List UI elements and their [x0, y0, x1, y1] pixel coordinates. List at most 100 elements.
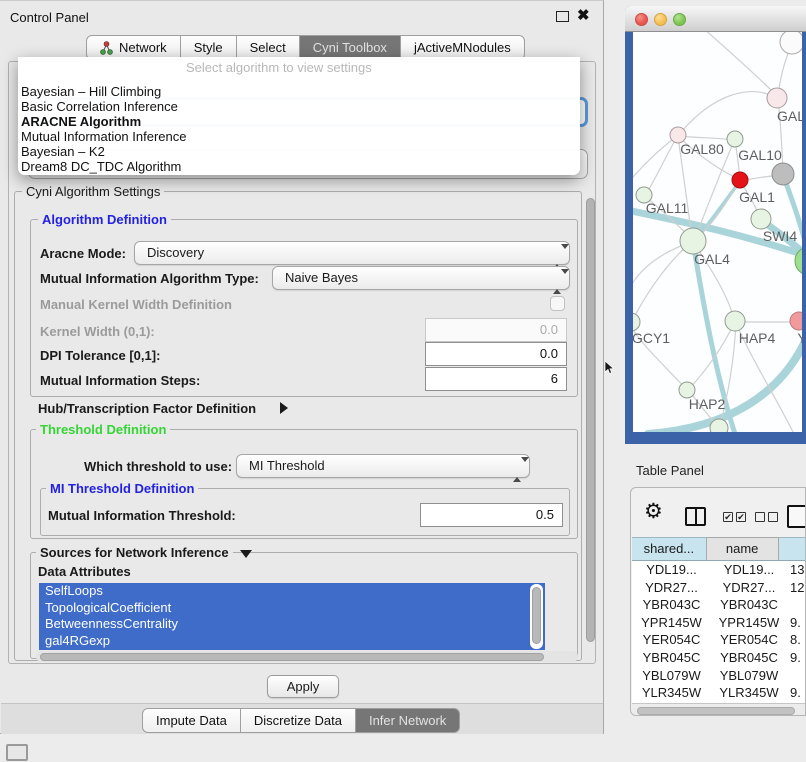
node-label: GAL4	[694, 251, 730, 267]
network-graph: GALGAL80GAL10GAL1GAL11SWI4GAL4GCY1HAP4YH…	[633, 32, 802, 432]
column-header[interactable]	[779, 537, 806, 561]
bottom-tab-label: Impute Data	[156, 709, 227, 732]
scrollbar-thumb[interactable]	[40, 653, 544, 661]
network-node-gal1[interactable]	[732, 172, 748, 188]
table-cell: 12	[787, 579, 806, 597]
attribute-item[interactable]: SelfLoops	[39, 583, 545, 600]
table-row[interactable]: YER054CYER054C8.	[632, 631, 806, 649]
stepper-icon	[553, 271, 562, 293]
aracne-mode-select[interactable]: Discovery	[134, 241, 570, 265]
table-cell: YBR043C	[711, 596, 787, 614]
dpi-tolerance-label: DPI Tolerance [0,1]:	[40, 348, 160, 363]
mi-algorithm-type-value: Naive Bayes	[285, 270, 358, 285]
threshold-definition-title: Threshold Definition	[36, 422, 170, 437]
algorithm-option[interactable]: ARACNE Algorithm	[19, 114, 579, 129]
network-window-titlebar[interactable]	[625, 6, 806, 32]
scrollbar-thumb[interactable]	[532, 587, 541, 644]
zoom-traffic-light[interactable]	[673, 13, 686, 26]
algorithm-option[interactable]: Basic Correlation Inference	[19, 99, 579, 114]
screen: { "window": { "title": "Control Panel" }…	[0, 0, 806, 762]
algorithm-option[interactable]: Bayesian – K2	[19, 144, 579, 159]
network-node-swi4[interactable]	[751, 209, 771, 229]
network-edge[interactable]	[678, 92, 777, 136]
table-row[interactable]: YBR045CYBR045C9.	[632, 649, 806, 667]
table-row[interactable]: YDR27...YDR27...12	[632, 579, 806, 597]
checked-checkbox-icon[interactable]: ✔	[723, 512, 733, 522]
bottom-tab-infer-network[interactable]: Infer Network	[356, 708, 460, 733]
table-row[interactable]: YDL19...YDL19...13	[632, 561, 806, 579]
network-node-gcy1[interactable]	[633, 313, 640, 331]
table-cell: YPR145W	[711, 614, 787, 632]
column-header[interactable]: shared...	[632, 537, 707, 561]
network-node-y[interactable]	[790, 312, 802, 330]
table-cell: 9.	[787, 649, 806, 667]
table-horizontal-scrollbar[interactable]	[632, 703, 806, 716]
network-node[interactable]	[780, 32, 802, 54]
minimized-panel-chip[interactable]	[6, 744, 28, 761]
which-threshold-select[interactable]: MI Threshold	[236, 454, 530, 478]
aracne-mode-value: Discovery	[147, 245, 204, 260]
attributes-scrollbar[interactable]	[530, 584, 543, 649]
mi-steps-field[interactable]: 6	[425, 367, 567, 391]
column-header[interactable]: name	[707, 537, 779, 561]
apply-button[interactable]: Apply	[267, 675, 339, 698]
network-edge[interactable]	[703, 32, 775, 94]
network-edge[interactable]	[633, 136, 677, 184]
mi-algorithm-type-select[interactable]: Naive Bayes	[272, 266, 570, 290]
network-edge[interactable]	[633, 242, 691, 323]
settings-horizontal-scrollbar[interactable]	[36, 651, 578, 662]
network-node-hap4[interactable]	[725, 311, 745, 331]
attribute-item[interactable]: TopologicalCoefficient	[39, 600, 545, 617]
algorithm-dropdown-popup: Select algorithm to view settings Bayesi…	[18, 57, 580, 175]
unchecked-checkbox-icon[interactable]	[755, 512, 765, 522]
kernel-width-label: Kernel Width (0,1):	[40, 324, 155, 339]
stepper-icon	[553, 246, 562, 268]
network-canvas[interactable]: GALGAL80GAL10GAL1GAL11SWI4GAL4GCY1HAP4YH…	[633, 32, 802, 432]
algorithm-option[interactable]: Bayesian – Hill Climbing	[19, 84, 579, 99]
close-traffic-light[interactable]	[635, 13, 648, 26]
minimize-traffic-light[interactable]	[654, 13, 667, 26]
table-cell: 9.	[787, 614, 806, 632]
columns-icon[interactable]	[685, 507, 706, 526]
bottom-tab-label: Infer Network	[369, 709, 446, 732]
table-row[interactable]: YPR145WYPR145W9.	[632, 614, 806, 632]
settings-vertical-scrollbar[interactable]	[584, 194, 597, 660]
table-cell: YBL079W	[711, 667, 787, 685]
gear-icon[interactable]: ⚙	[644, 501, 663, 522]
table-row[interactable]: YBR043CYBR043C	[632, 596, 806, 614]
algorithm-option[interactable]: Dream8 DC_TDC Algorithm	[19, 159, 579, 174]
network-node[interactable]	[710, 419, 728, 432]
table-row[interactable]: YBL079WYBL079W	[632, 667, 806, 685]
bottom-tab-impute-data[interactable]: Impute Data	[142, 708, 241, 733]
bottom-tabbar: Impute Data Discretize Data Infer Network	[142, 708, 460, 733]
network-edge[interactable]	[678, 136, 734, 140]
scrollbar-thumb[interactable]	[637, 707, 795, 715]
attribute-item[interactable]: gal4RGexp	[39, 633, 545, 650]
network-node-gal[interactable]	[767, 88, 787, 108]
network-node[interactable]	[772, 163, 794, 185]
expand-right-icon[interactable]	[280, 402, 288, 414]
mi-threshold-field[interactable]: 0.5	[420, 503, 563, 527]
kernel-width-field[interactable]: 0.0	[425, 318, 567, 342]
algorithm-option[interactable]: Mutual Information Inference	[19, 129, 579, 144]
table-cell: 13	[787, 561, 806, 579]
network-edge[interactable]	[648, 330, 802, 432]
manual-kernel-width-checkbox[interactable]	[550, 296, 565, 311]
data-attributes-list[interactable]: SelfLoopsTopologicalCoefficientBetweenne…	[39, 583, 545, 650]
collapse-down-icon[interactable]	[240, 550, 252, 558]
network-node-gal10[interactable]	[727, 131, 743, 147]
new-table-icon[interactable]	[787, 505, 806, 528]
attribute-item[interactable]: BetweennessCentrality	[39, 616, 545, 633]
cyni-algorithm-settings-title: Cyni Algorithm Settings	[22, 184, 164, 199]
table-cell: YBR043C	[632, 596, 711, 614]
network-edge[interactable]	[645, 137, 677, 196]
unchecked-checkbox-icon[interactable]	[768, 512, 778, 522]
float-window-icon[interactable]	[556, 11, 569, 22]
checked-checkbox-icon[interactable]: ✔	[736, 512, 746, 522]
bottom-tab-discretize-data[interactable]: Discretize Data	[241, 708, 356, 733]
table-row[interactable]: YLR345WYLR345W9.	[632, 684, 806, 702]
close-icon[interactable]: ✖	[577, 6, 590, 24]
tab-label: jActiveMNodules	[414, 36, 511, 59]
scrollbar-thumb[interactable]	[586, 198, 595, 642]
dpi-tolerance-field[interactable]: 0.0	[425, 342, 567, 366]
